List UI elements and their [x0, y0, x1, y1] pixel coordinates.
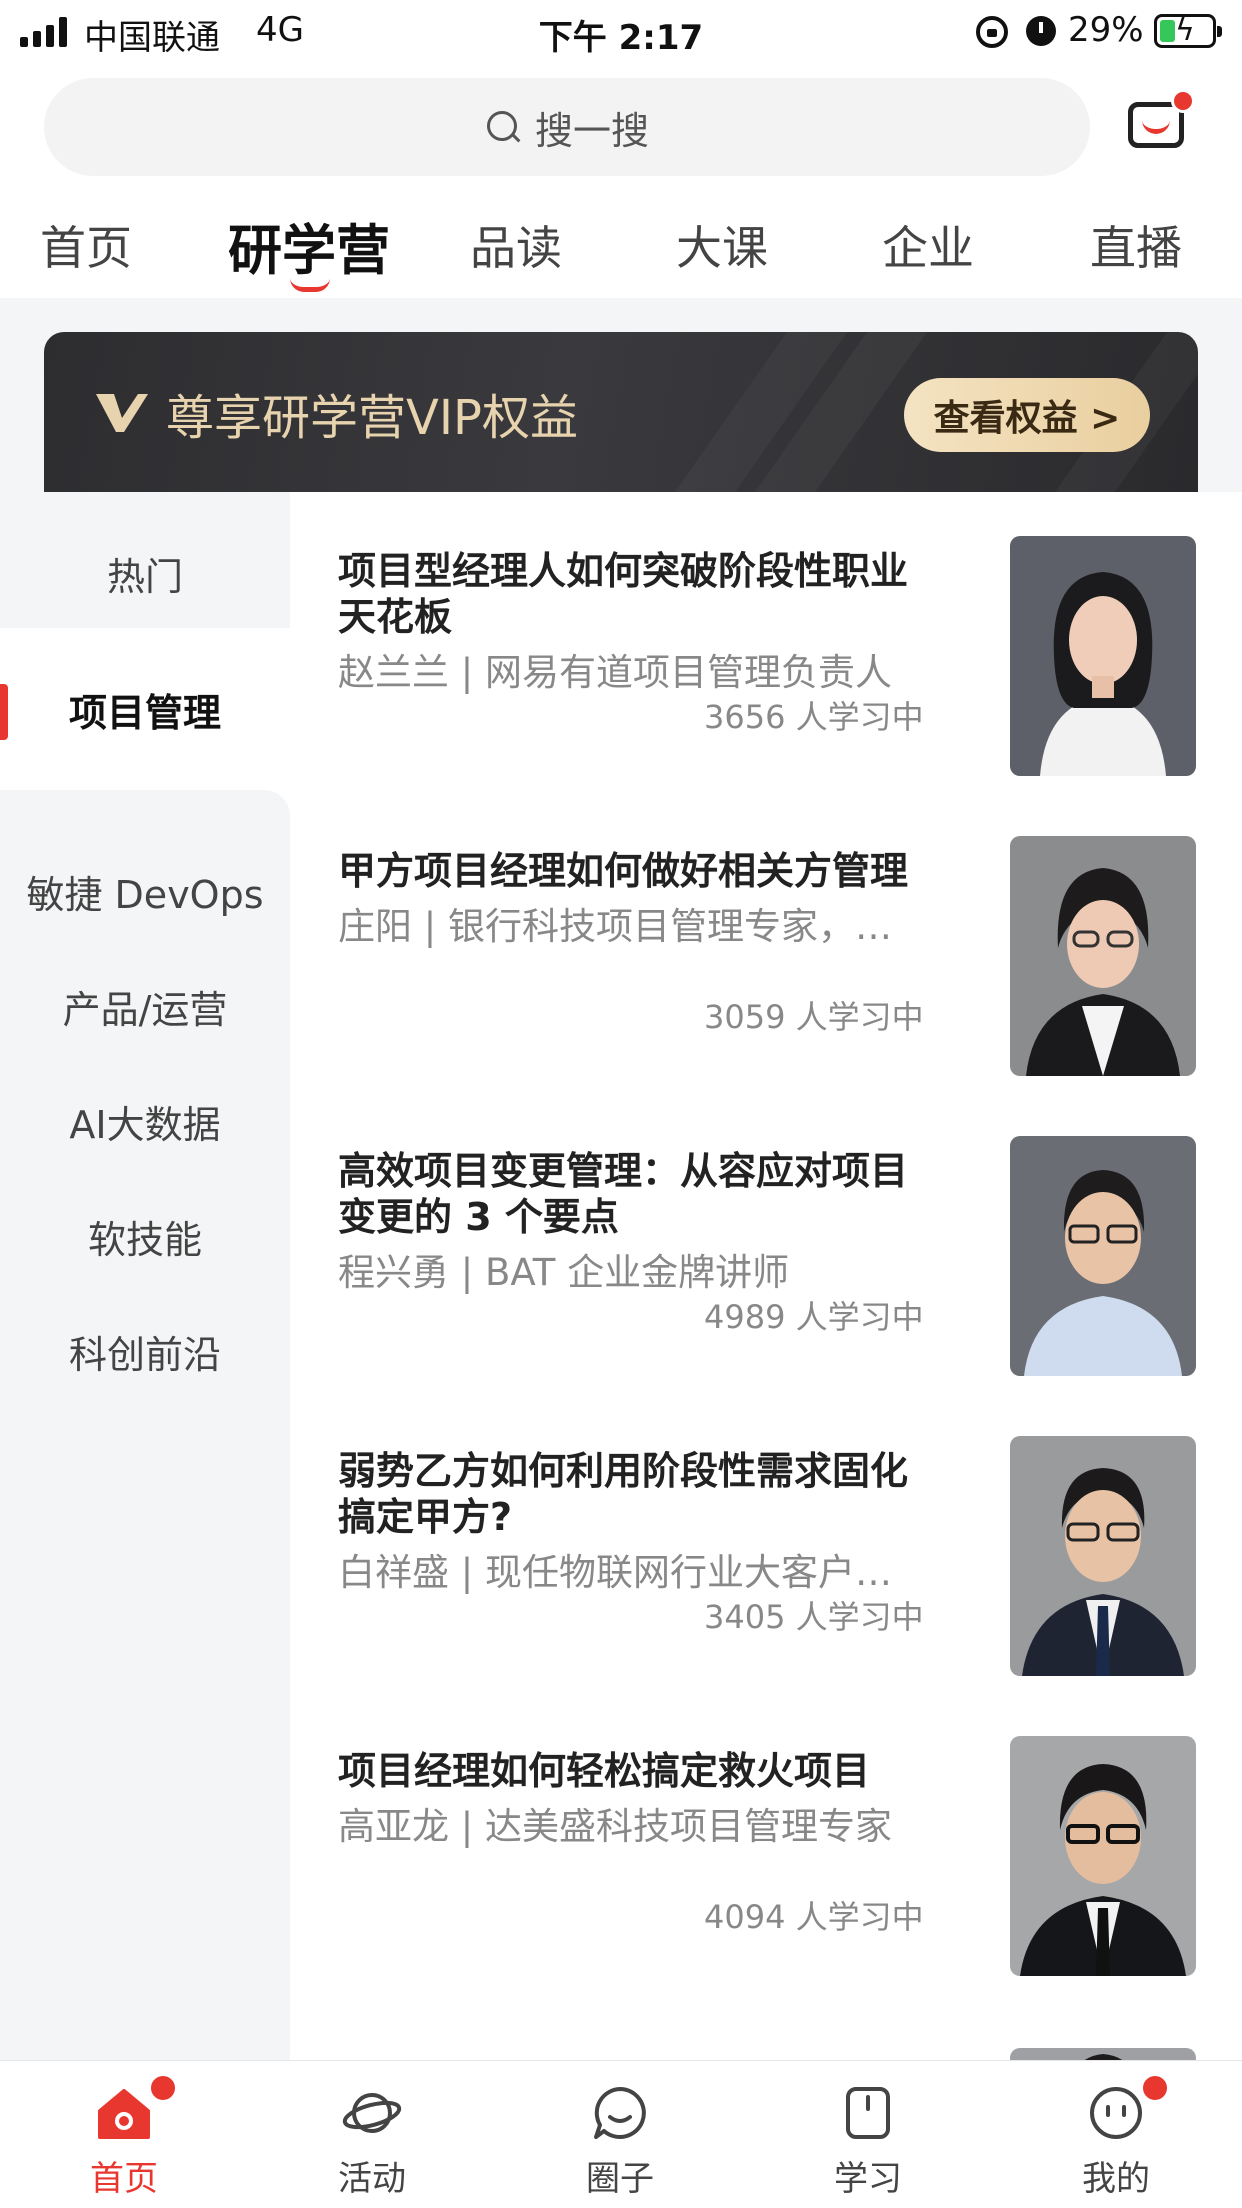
instructor-photo [1010, 836, 1196, 1076]
course-card[interactable]: 甲方项目经理如何做好相关方管理 庄阳 | 银行科技项目管理专家，… 3059 人… [290, 836, 1242, 1136]
planet-icon [342, 2093, 402, 2133]
course-learner-count: 3656 人学习中 [704, 698, 924, 736]
nav-label: 活动 [338, 2159, 406, 2199]
view-benefits-button[interactable]: 查看权益 > [904, 378, 1150, 452]
chat-bubble-icon [594, 2087, 646, 2139]
nav-profile[interactable]: 我的 [992, 2061, 1240, 2208]
vip-banner-title: 尊享研学营VIP权益 [166, 390, 578, 446]
notification-dot [148, 2073, 178, 2103]
message-inbox-icon[interactable] [1128, 89, 1195, 148]
course-card[interactable]: 项目经理如何轻松搞定救火项目 高亚龙 | 达美盛科技项目管理专家 4094 人学… [290, 1736, 1242, 2036]
nav-circle[interactable]: 圈子 [496, 2061, 744, 2208]
instructor-photo-partial [1010, 2048, 1196, 2060]
instructor-photo [1010, 1736, 1196, 1976]
course-learner-count: 3059 人学习中 [704, 998, 924, 1036]
instructor-photo [1010, 1436, 1196, 1676]
category-item-tech-frontier[interactable]: 科创前沿 [0, 1270, 290, 1432]
tab-home[interactable]: 首页 [40, 212, 132, 278]
top-tab-bar: 首页 研学营 品读 大课 企业 直播 [0, 200, 1242, 296]
course-list: 项目型经理人如何突破阶段性职业 天花板 赵兰兰 | 网易有道项目管理负责人 36… [290, 492, 1242, 2060]
course-card[interactable]: 高效项目变更管理：从容应对项目 变更的 3 个要点 程兴勇 | BAT 企业金牌… [290, 1136, 1242, 1436]
category-sidebar: 热门 项目管理 敏捷 DevOps 产品/运营 AI大数据 软技能 科创前沿 [0, 492, 290, 2060]
bottom-navigation: 首页 活动 圈子 学习 我的 [0, 2060, 1242, 2208]
search-bar[interactable]: 搜一搜 [44, 78, 1090, 176]
tab-enterprise[interactable]: 企业 [882, 212, 974, 278]
status-bar: 中国联通 4G 下午 2:17 29% ϟ [0, 0, 1242, 62]
battery-percentage: 29% [1068, 10, 1144, 50]
course-learner-count: 4094 人学习中 [704, 1898, 924, 1936]
orientation-lock-icon [976, 16, 1008, 48]
alarm-icon [1026, 16, 1056, 46]
search-placeholder: 搜一搜 [534, 108, 649, 153]
instructor-photo [1010, 1136, 1196, 1376]
nav-home[interactable]: 首页 [0, 2061, 248, 2208]
clock: 下午 2:17 [538, 18, 704, 58]
course-learner-count: 3405 人学习中 [704, 1598, 924, 1636]
course-card[interactable]: 项目型经理人如何突破阶段性职业 天花板 赵兰兰 | 网易有道项目管理负责人 36… [290, 536, 1242, 836]
instructor-photo [1010, 536, 1196, 776]
tab-study-camp[interactable]: 研学营 [228, 206, 390, 285]
notification-dot [1171, 89, 1195, 113]
category-item-project-management[interactable]: 项目管理 [0, 628, 290, 790]
nav-label: 圈子 [586, 2159, 654, 2199]
charging-bolt-icon: ϟ [1175, 13, 1195, 48]
active-tab-indicator [290, 278, 330, 292]
battery-fill [1160, 20, 1175, 42]
tab-big-course[interactable]: 大课 [676, 212, 768, 278]
profile-face-icon [1090, 2087, 1142, 2139]
vip-v-logo-icon [96, 394, 148, 432]
nav-learning[interactable]: 学习 [744, 2061, 992, 2208]
battery-icon: ϟ [1154, 13, 1222, 48]
nav-label: 首页 [90, 2159, 158, 2199]
tab-reading[interactable]: 品读 [470, 212, 562, 278]
nav-label: 学习 [834, 2159, 902, 2199]
course-card[interactable]: 弱势乙方如何利用阶段性需求固化 搞定甲方? 白祥盛 | 现任物联网行业大客户… … [290, 1436, 1242, 1736]
nav-activity[interactable]: 活动 [248, 2061, 496, 2208]
notification-dot [1140, 2073, 1170, 2103]
search-icon [485, 109, 521, 145]
course-learner-count: 4989 人学习中 [704, 1298, 924, 1336]
vip-banner[interactable]: 尊享研学营VIP权益 查看权益 > [44, 332, 1198, 492]
home-icon [98, 2089, 150, 2139]
nav-label: 我的 [1082, 2159, 1150, 2199]
tab-live[interactable]: 直播 [1090, 212, 1182, 278]
book-icon [846, 2087, 890, 2139]
